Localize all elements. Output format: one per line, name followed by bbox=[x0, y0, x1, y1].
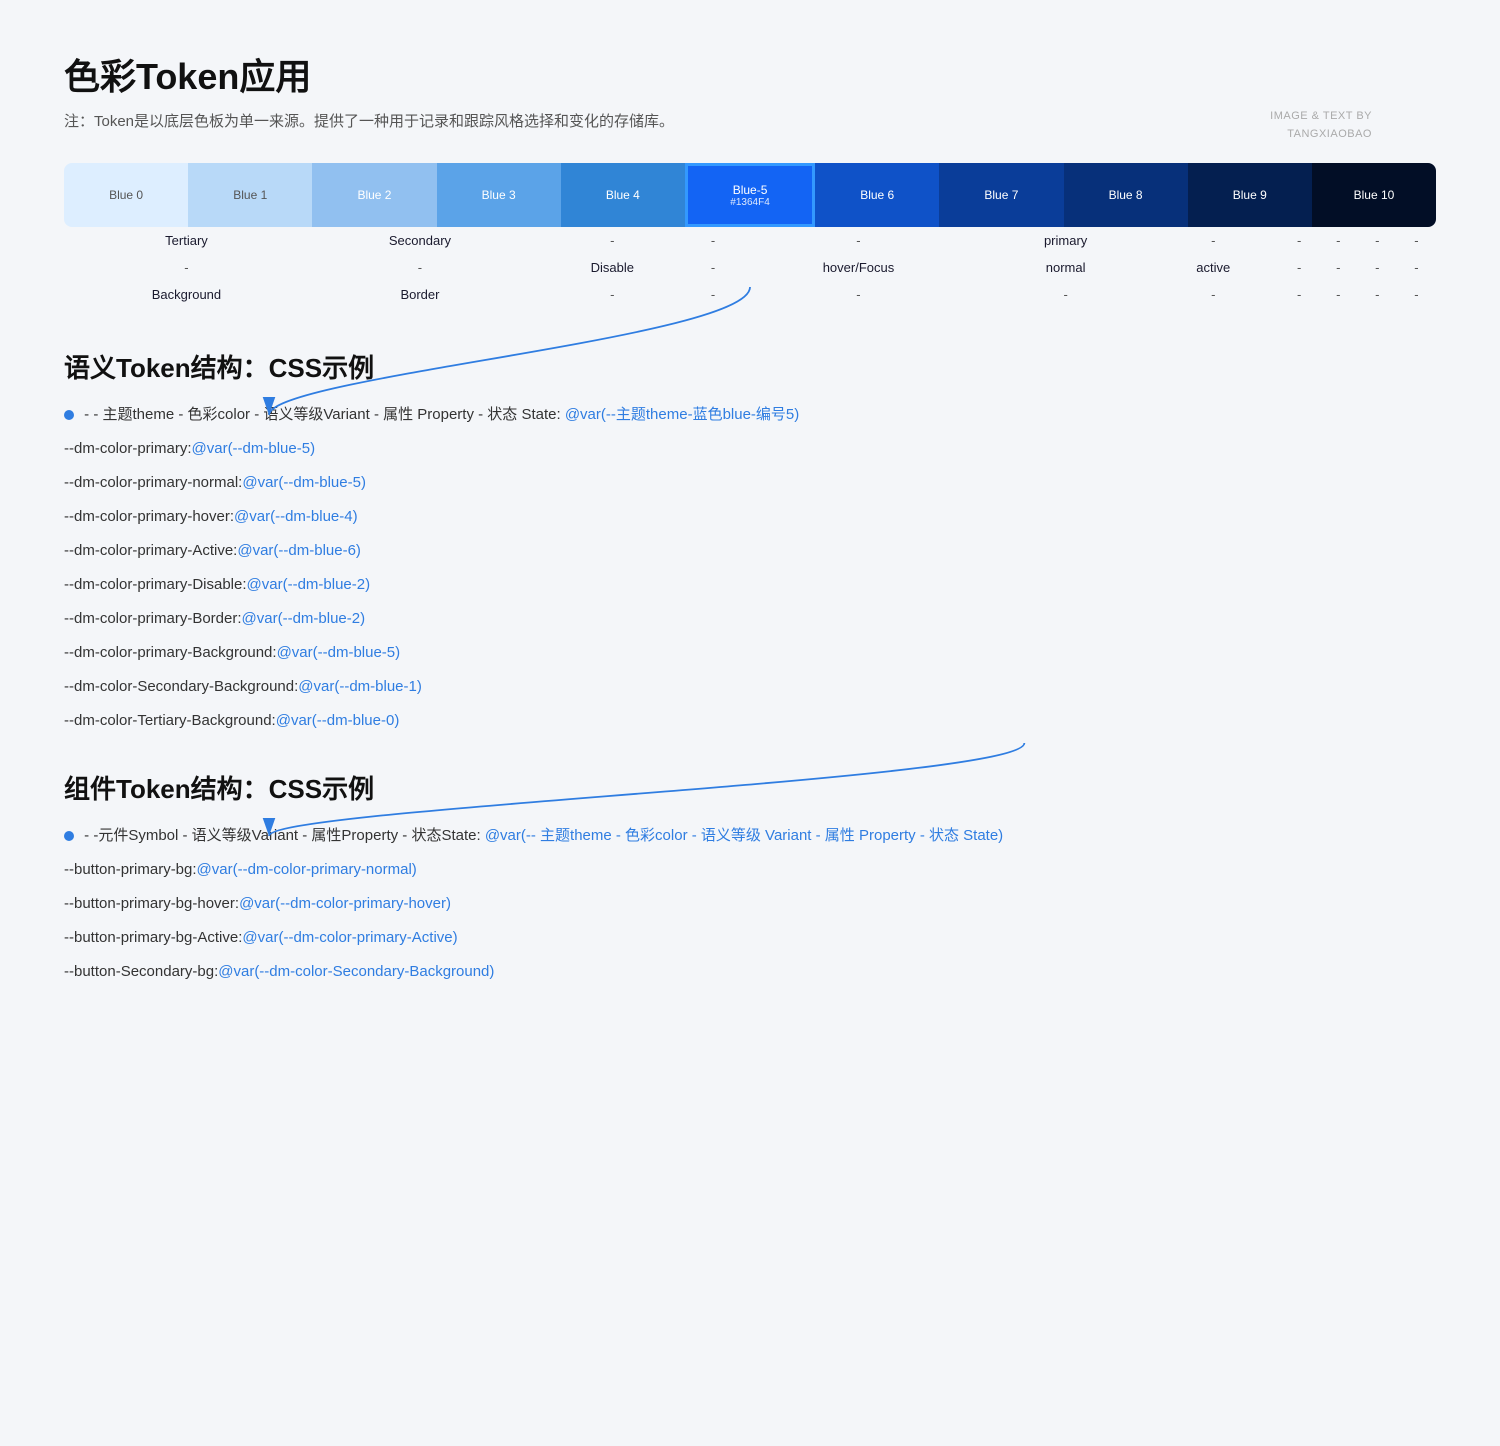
semantic-token-0: --dm-color-primary:@var(--dm-blue-5) bbox=[64, 437, 1436, 461]
palette-section: Blue 0Blue 1Blue 2Blue 3Blue 4Blue-5#136… bbox=[64, 163, 1436, 308]
component-dot bbox=[64, 831, 74, 841]
semantic-token-4: --dm-color-primary-Disable:@var(--dm-blu… bbox=[64, 573, 1436, 597]
semantic-heading: 语义Token结构：CSS示例 bbox=[64, 348, 1436, 385]
component-heading: 组件Token结构：CSS示例 bbox=[64, 769, 1436, 806]
semantic-token-3: --dm-color-primary-Active:@var(--dm-blue… bbox=[64, 539, 1436, 563]
page-subtitle: 注：Token是以底层色板为单一来源。提供了一种用于记录和跟踪风格选择和变化的存… bbox=[64, 110, 1436, 131]
semantic-token-5: --dm-color-primary-Border:@var(--dm-blue… bbox=[64, 607, 1436, 631]
palette-cell-2: Blue 2 bbox=[312, 163, 436, 227]
palette-cell-6: Blue 6 bbox=[815, 163, 939, 227]
semantic-section: 语义Token结构：CSS示例 - - 主题theme - 色彩color - … bbox=[64, 348, 1436, 733]
palette-cell-5: Blue-5#1364F4 bbox=[685, 163, 815, 227]
component-tokens-list: --button-primary-bg:@var(--dm-color-prim… bbox=[64, 858, 1436, 984]
palette-cell-0: Blue 0 bbox=[64, 163, 188, 227]
component-token-1: --button-primary-bg-hover:@var(--dm-colo… bbox=[64, 892, 1436, 916]
palette-cell-8: Blue 8 bbox=[1064, 163, 1188, 227]
palette-cell-1: Blue 1 bbox=[188, 163, 312, 227]
semantic-token-2: --dm-color-primary-hover:@var(--dm-blue-… bbox=[64, 505, 1436, 529]
label-row-2: BackgroundBorder--------- bbox=[64, 281, 1436, 308]
component-token-2: --button-primary-bg-Active:@var(--dm-col… bbox=[64, 926, 1436, 950]
label-row-0: TertiarySecondary---primary----- bbox=[64, 227, 1436, 254]
component-section: 组件Token结构：CSS示例 - -元件Symbol - 语义等级Varian… bbox=[64, 769, 1436, 984]
palette-cell-10: Blue 10 bbox=[1312, 163, 1436, 227]
semantic-token-8: --dm-color-Tertiary-Background:@var(--dm… bbox=[64, 709, 1436, 733]
semantic-token-6: --dm-color-primary-Background:@var(--dm-… bbox=[64, 641, 1436, 665]
watermark: IMAGE & TEXT BY TANGXIAOBAO bbox=[1270, 108, 1372, 143]
component-token-3: --button-Secondary-bg:@var(--dm-color-Se… bbox=[64, 960, 1436, 984]
semantic-token-7: --dm-color-Secondary-Background:@var(--d… bbox=[64, 675, 1436, 699]
page-title: 色彩Token应用 bbox=[64, 48, 1436, 100]
palette-cell-9: Blue 9 bbox=[1188, 163, 1312, 227]
label-row-1: --Disable-hover/Focusnormalactive---- bbox=[64, 254, 1436, 281]
component-description: - -元件Symbol - 语义等级Variant - 属性Property -… bbox=[64, 824, 1436, 848]
palette-bar: Blue 0Blue 1Blue 2Blue 3Blue 4Blue-5#136… bbox=[64, 163, 1436, 227]
palette-cell-7: Blue 7 bbox=[939, 163, 1063, 227]
palette-cell-4: Blue 4 bbox=[561, 163, 685, 227]
palette-cell-3: Blue 3 bbox=[437, 163, 561, 227]
semantic-token-1: --dm-color-primary-normal:@var(--dm-blue… bbox=[64, 471, 1436, 495]
component-token-0: --button-primary-bg:@var(--dm-color-prim… bbox=[64, 858, 1436, 882]
label-table: TertiarySecondary---primary-------Disabl… bbox=[64, 227, 1436, 308]
semantic-dot bbox=[64, 410, 74, 420]
semantic-description: - - 主题theme - 色彩color - 语义等级Variant - 属性… bbox=[64, 403, 1436, 427]
semantic-tokens-list: --dm-color-primary:@var(--dm-blue-5) --dm… bbox=[64, 437, 1436, 733]
